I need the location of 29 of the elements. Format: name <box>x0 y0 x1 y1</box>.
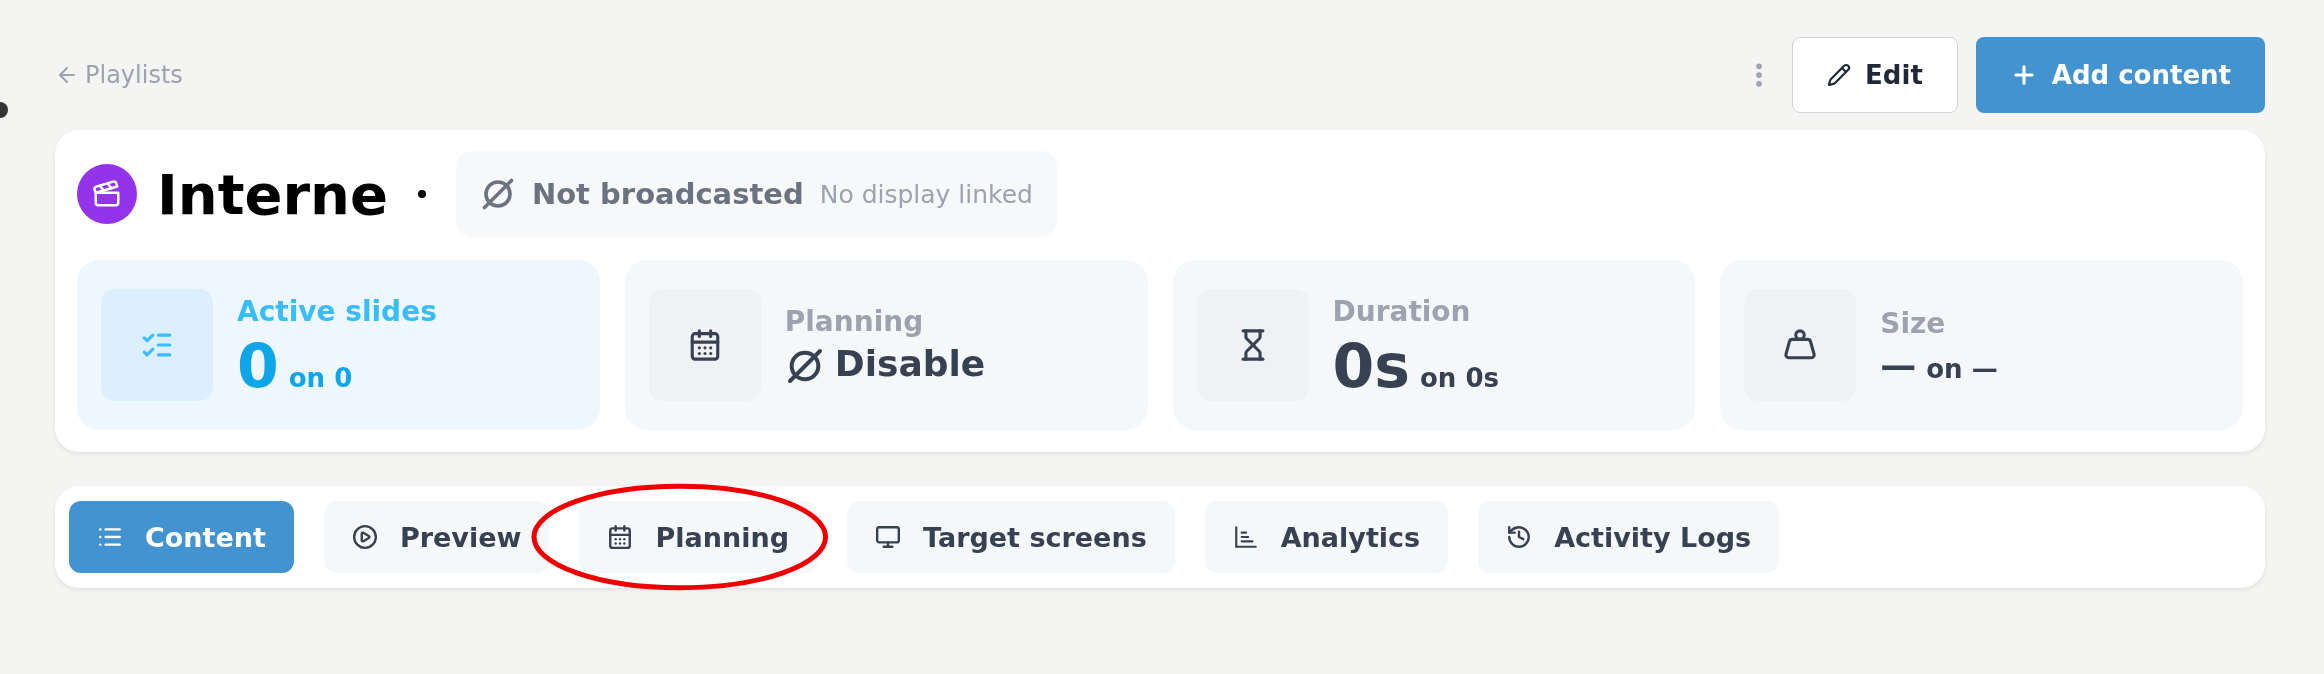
tab[interactable]: Activity Logs <box>1478 501 1780 573</box>
clapperboard-icon <box>77 164 137 224</box>
tab[interactable]: Preview <box>323 501 550 573</box>
history-icon <box>1506 524 1533 550</box>
stat-label: Active slides <box>237 294 437 328</box>
broadcast-status: Not broadcasted <box>531 177 804 211</box>
tab[interactable]: Planning <box>579 501 817 573</box>
stat-total: on 0 <box>288 362 353 393</box>
stat-total: on 0s <box>1419 362 1499 393</box>
stat-label: Duration <box>1332 294 1472 328</box>
edit-button[interactable]: Edit <box>1792 37 1958 113</box>
pencil-icon <box>1827 63 1852 87</box>
playlist-title: Interne <box>157 161 388 227</box>
stat-value: — <box>1880 347 1917 384</box>
separator-dot-icon <box>417 190 426 198</box>
tab[interactable]: Target screens <box>847 501 1175 573</box>
display-status: No display linked <box>819 179 1033 209</box>
weight-icon <box>1783 328 1818 362</box>
stat-total: on — <box>1926 353 1998 384</box>
stat-label: Planning <box>784 304 925 338</box>
calendar-icon <box>607 524 634 550</box>
stat-value: 0s <box>1332 335 1410 396</box>
stat-value: 0 <box>237 335 279 396</box>
stat-label: Size <box>1880 306 1947 340</box>
stat-value: Disable <box>834 345 986 382</box>
monitor-icon <box>875 524 901 550</box>
tab[interactable]: Analytics <box>1204 501 1449 573</box>
play-icon <box>351 524 378 550</box>
chart-icon <box>1232 524 1259 550</box>
